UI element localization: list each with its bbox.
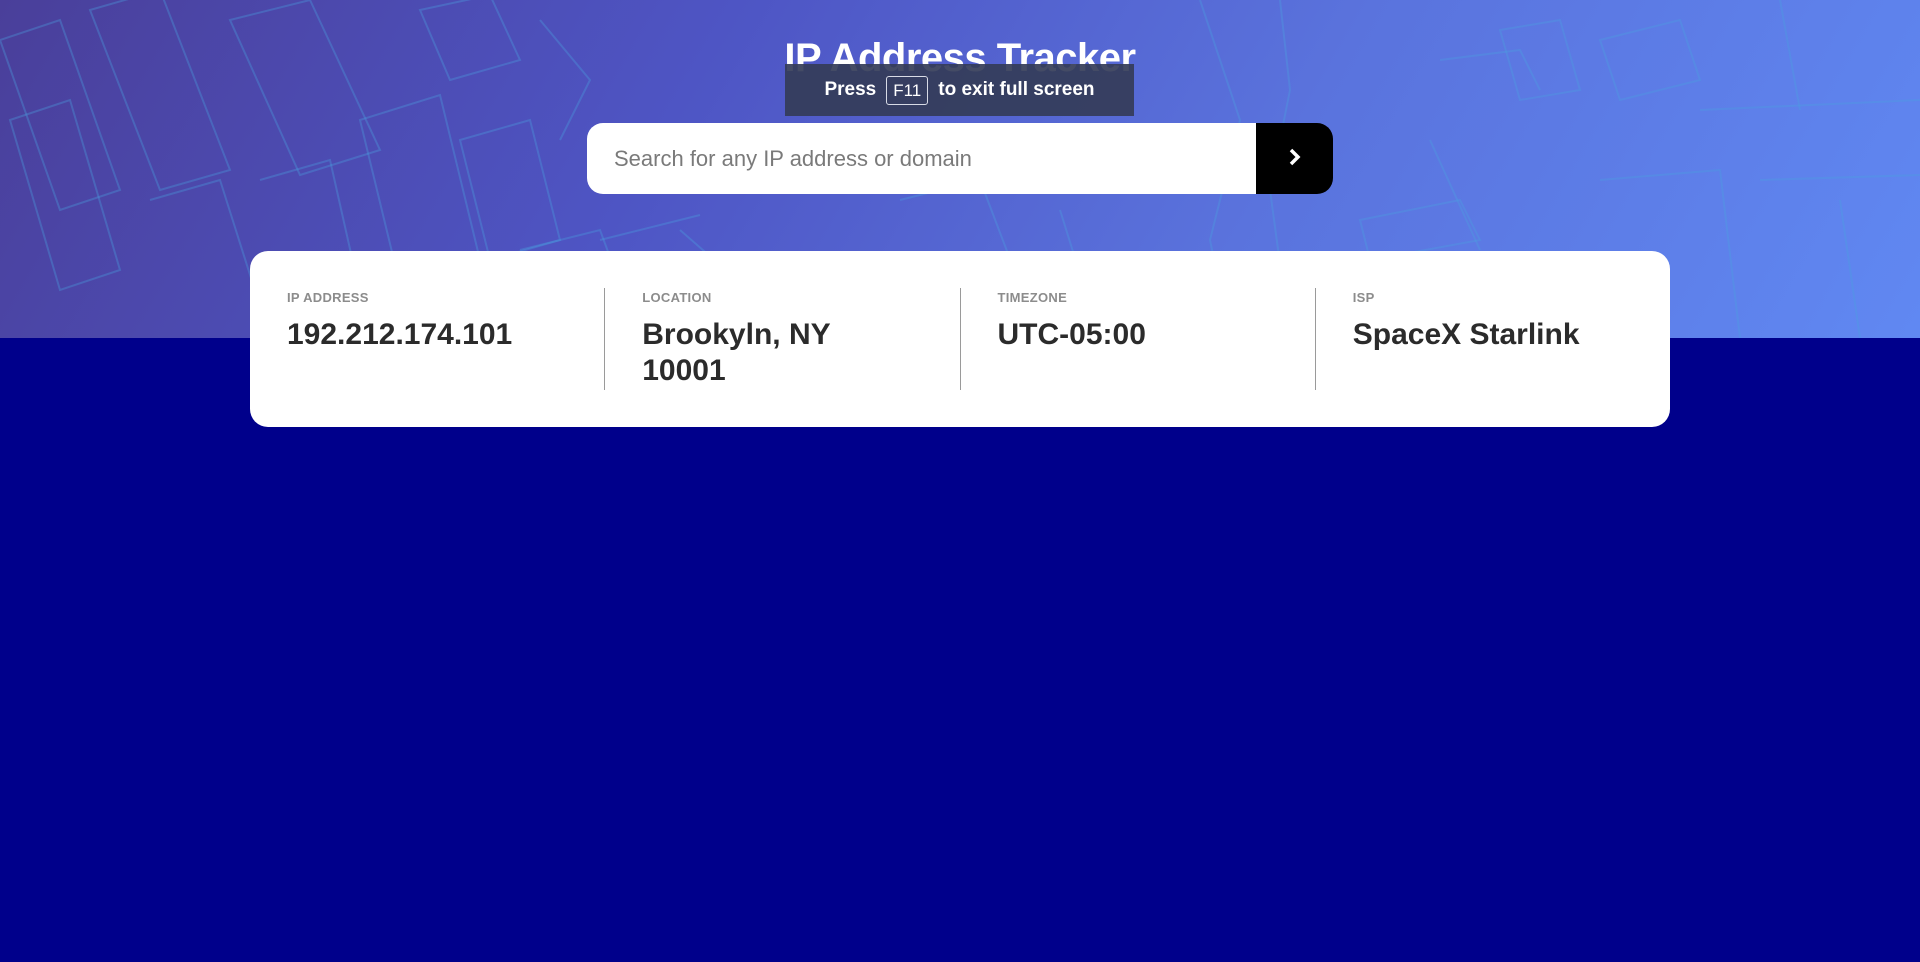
chevron-right-icon xyxy=(1288,147,1302,170)
info-label: TIMEZONE xyxy=(997,290,1068,305)
info-value: SpaceX Starlink xyxy=(1352,318,1580,351)
fullscreen-notice-suffix: to exit full screen xyxy=(938,79,1095,100)
info-timezone: TIMEZONE UTC-05:00 xyxy=(959,288,1315,390)
ip-info-card: IP ADDRESS 192.212.174.101 LOCATION Broo… xyxy=(250,251,1670,427)
info-label: ISP xyxy=(1352,290,1375,305)
info-isp: ISP SpaceX Starlink xyxy=(1314,288,1670,390)
info-label: LOCATION xyxy=(642,290,712,305)
search-bar xyxy=(587,123,1333,194)
info-location: LOCATION Brookyln, NY 10001 xyxy=(604,288,959,390)
info-value: 192.212.174.101 xyxy=(287,318,513,351)
fullscreen-notice-prefix: Press xyxy=(824,79,877,100)
search-input[interactable] xyxy=(587,123,1256,194)
info-value: UTC-05:00 xyxy=(997,318,1146,351)
page: IP Address Tracker Press F11 to exit ful… xyxy=(0,0,1920,962)
fullscreen-key: F11 xyxy=(886,75,929,105)
search-submit-button[interactable] xyxy=(1256,123,1333,194)
fullscreen-notice: Press F11 to exit full screen xyxy=(785,64,1134,116)
info-value: Brookyln, NY 10001 xyxy=(642,318,831,387)
info-label: IP ADDRESS xyxy=(287,290,369,305)
info-ip-address: IP ADDRESS 192.212.174.101 xyxy=(250,288,604,390)
